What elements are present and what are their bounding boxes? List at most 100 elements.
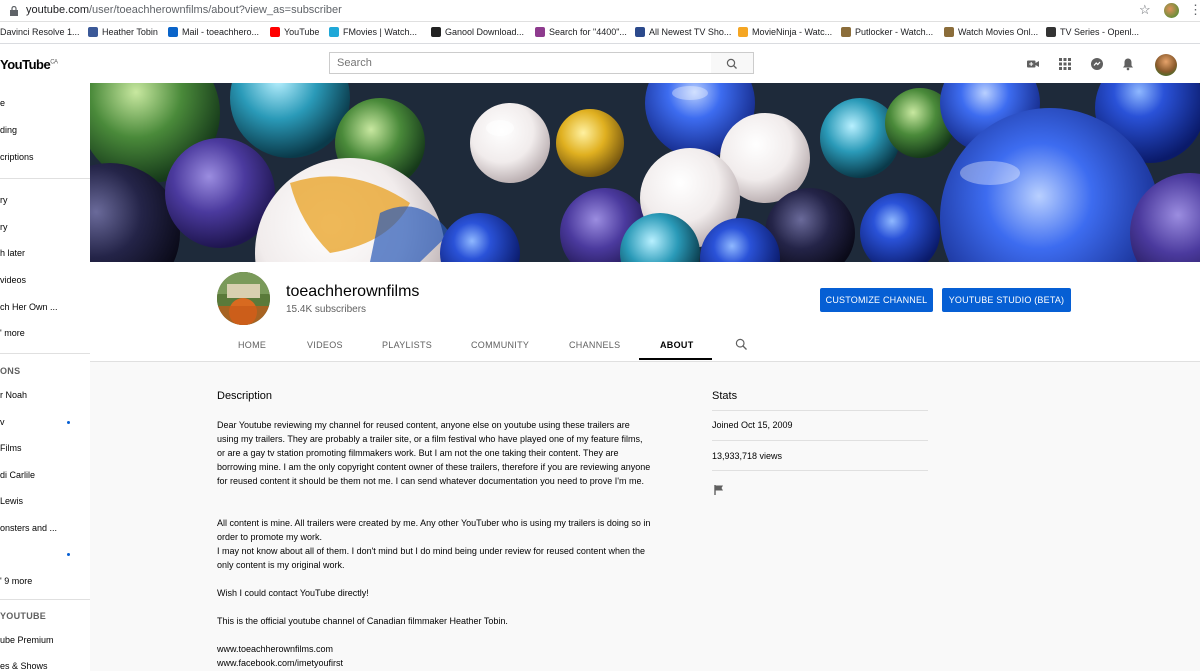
channel-banner [90, 83, 1200, 262]
youtube-logo[interactable]: YouTubeCA [0, 57, 58, 72]
sidebar-item[interactable]: ' more [0, 328, 25, 338]
bookmark-label: FMovies | Watch... [343, 27, 418, 37]
create-video-icon[interactable] [1026, 57, 1040, 71]
sidebar-item[interactable]: ' 9 more [0, 576, 32, 586]
sidebar-item[interactable]: ry [0, 222, 8, 232]
description-links[interactable]: www.toeachherownfilms.com www.facebook.c… [217, 642, 653, 670]
messages-icon[interactable] [1090, 57, 1104, 71]
bookmark-item[interactable]: YouTube [270, 27, 319, 37]
user-avatar[interactable] [1155, 54, 1177, 76]
sidebar-item[interactable]: ding [0, 125, 17, 135]
channel-avatar[interactable] [217, 272, 270, 325]
bookmark-item[interactable]: TV Series - Openl... [1046, 27, 1139, 37]
bookmark-label: Search for "4400"... [549, 27, 627, 37]
subscriber-count: 15.4K subscribers [286, 304, 367, 315]
bookmark-item[interactable]: Putlocker - Watch... [841, 27, 933, 37]
description-paragraph: All content is mine. All trailers were c… [217, 518, 651, 570]
browser-profile-avatar[interactable] [1164, 3, 1179, 18]
tab-playlists[interactable]: PLAYLISTS [382, 340, 432, 350]
sidebar-item[interactable]: Films [0, 443, 22, 453]
stats-divider [712, 470, 928, 471]
channel-header: toeachherownfilms 15.4K subscribers CUST… [90, 262, 1200, 362]
bookmark-item[interactable]: Mail - toeachhero... [168, 27, 259, 37]
bookmark-favicon-icon [431, 27, 441, 37]
bookmark-item[interactable]: Davinci Resolve 1... [0, 27, 80, 37]
description-paragraph: Wish I could contact YouTube directly! [217, 588, 369, 598]
bookmarks-bar: Davinci Resolve 1... Heather Tobin Mail - … [0, 22, 1200, 44]
browser-menu-icon[interactable]: ⋮ [1189, 2, 1200, 18]
description-paragraph: This is the official youtube channel of … [217, 616, 508, 626]
apps-grid-icon[interactable] [1058, 57, 1072, 71]
channel-name: toeachherownfilms [286, 283, 420, 300]
bookmark-item[interactable]: All Newest TV Sho... [635, 27, 731, 37]
description-heading: Description [217, 390, 273, 402]
url-path: /user/toeachherownfilms/about?view_as=su… [88, 4, 342, 16]
bookmark-item[interactable]: MovieNinja - Watc... [738, 27, 832, 37]
tab-community[interactable]: COMMUNITY [471, 340, 529, 350]
bookmark-item[interactable]: Watch Movies Onl... [944, 27, 1038, 37]
bookmark-label: Putlocker - Watch... [855, 27, 934, 37]
sidebar-divider [0, 178, 90, 179]
url-text[interactable]: youtube.com/user/toeachherownfilms/about… [26, 4, 342, 16]
channel-search-icon[interactable] [735, 338, 748, 351]
sidebar-section-heading: YOUTUBE [0, 611, 47, 621]
notifications-bell-icon[interactable] [1121, 57, 1135, 71]
stats-heading: Stats [712, 390, 738, 402]
bookmark-favicon-icon [1046, 27, 1056, 37]
bookmark-favicon-icon [88, 27, 98, 37]
tab-about[interactable]: ABOUT [660, 340, 694, 350]
report-flag-icon[interactable] [713, 484, 725, 496]
sidebar-divider [0, 599, 90, 600]
sidebar-item[interactable]: es & Shows [0, 661, 48, 671]
bookmark-star-icon[interactable]: ☆ [1139, 2, 1151, 18]
tab-videos[interactable]: VIDEOS [307, 340, 343, 350]
bookmark-label: YouTube [284, 27, 320, 37]
search-icon [726, 58, 737, 69]
bookmark-item[interactable]: Ganool Download... [431, 27, 524, 37]
active-tab-indicator [639, 358, 712, 360]
bookmark-label: Heather Tobin [102, 27, 158, 37]
tab-home[interactable]: HOME [238, 340, 266, 350]
bookmark-favicon-icon [168, 27, 178, 37]
search-input[interactable] [330, 53, 711, 73]
bookmark-favicon-icon [841, 27, 851, 37]
logo-text: YouTube [0, 57, 51, 72]
bookmark-item[interactable]: FMovies | Watch... [329, 27, 417, 37]
search-button[interactable] [711, 52, 754, 74]
sidebar-item[interactable]: ch Her Own ... [0, 302, 58, 312]
lock-icon [10, 6, 18, 16]
bookmark-favicon-icon [535, 27, 545, 37]
sidebar-section-heading: ONS [0, 366, 21, 376]
customize-channel-button[interactable]: CUSTOMIZE CHANNEL [820, 288, 933, 312]
sidebar-item[interactable]: ube Premium [0, 635, 54, 645]
youtube-studio-button[interactable]: YOUTUBE STUDIO (BETA) [942, 288, 1071, 312]
bookmark-favicon-icon [738, 27, 748, 37]
bookmark-label: All Newest TV Sho... [649, 27, 732, 37]
description-paragraph: Dear Youtube reviewing my channel for re… [217, 420, 651, 486]
sidebar-item[interactable]: Lewis [0, 496, 23, 506]
sidebar-item[interactable]: videos [0, 275, 26, 285]
sidebar-item[interactable]: onsters and ... [0, 523, 57, 533]
bookmark-favicon-icon [944, 27, 954, 37]
tab-channels[interactable]: CHANNELS [569, 340, 620, 350]
view-count: 13,933,718 views [712, 451, 783, 461]
youtube-header: YouTubeCA [0, 44, 1200, 83]
bookmark-label: Watch Movies Onl... [958, 27, 1039, 37]
new-content-dot-icon [67, 421, 70, 424]
joined-date: Joined Oct 15, 2009 [712, 420, 793, 430]
bookmark-label: Ganool Download... [445, 27, 525, 37]
bookmark-label: MovieNinja - Watc... [752, 27, 833, 37]
sidebar-item[interactable]: e [0, 98, 5, 108]
sidebar-item[interactable]: v [0, 417, 5, 427]
sidebar-item[interactable]: criptions [0, 152, 34, 162]
search-box [329, 52, 712, 74]
bookmark-favicon-icon [329, 27, 339, 37]
sidebar-item[interactable]: ry [0, 195, 8, 205]
bookmark-item[interactable]: Search for "4400"... [535, 27, 627, 37]
sidebar-item[interactable]: r Noah [0, 390, 27, 400]
new-content-dot-icon [67, 553, 70, 556]
about-content: Description Dear Youtube reviewing my ch… [90, 362, 1200, 671]
sidebar-item[interactable]: h later [0, 248, 25, 258]
sidebar-item[interactable]: di Carlile [0, 470, 35, 480]
bookmark-item[interactable]: Heather Tobin [88, 27, 158, 37]
